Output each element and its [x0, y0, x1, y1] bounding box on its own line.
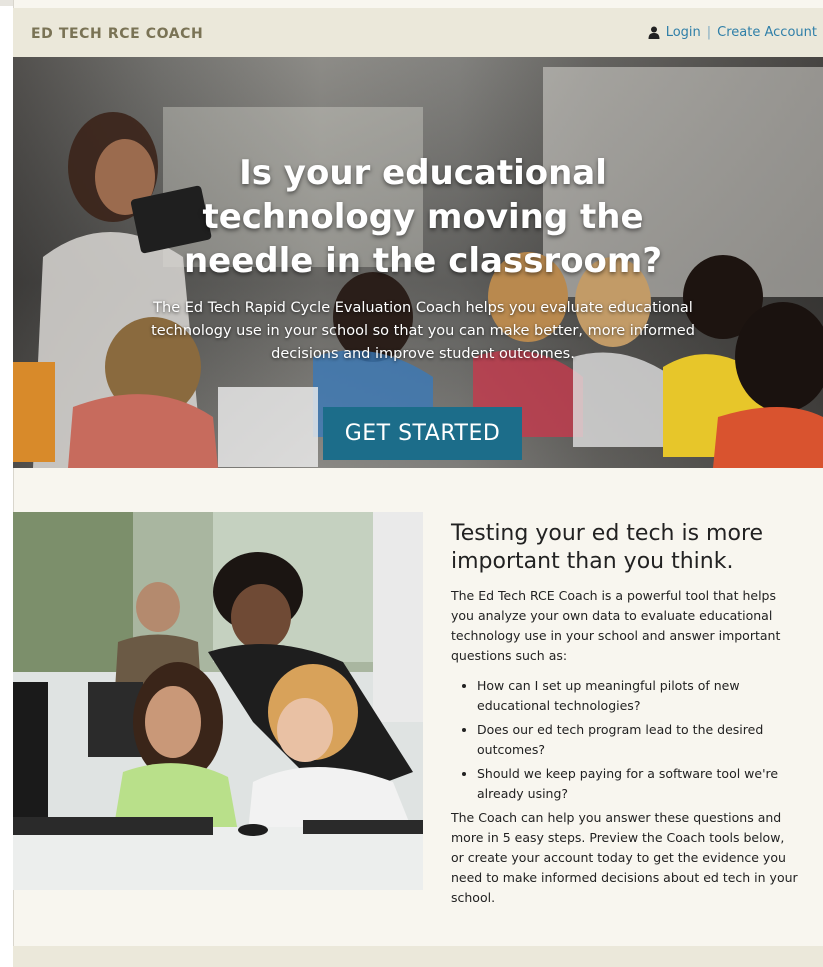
- hero-banner: Is your educational technology moving th…: [13, 57, 823, 468]
- site-brand[interactable]: ED TECH RCE COACH: [31, 26, 203, 42]
- site-header: ED TECH RCE COACH Login | Create Account: [13, 8, 823, 57]
- user-icon: [648, 26, 660, 39]
- question-list: How can I set up meaningful pilots of ne…: [451, 676, 801, 804]
- list-item: How can I set up meaningful pilots of ne…: [477, 676, 801, 716]
- section-closing: The Coach can help you answer these ques…: [451, 810, 798, 905]
- get-started-button[interactable]: GET STARTED: [323, 407, 522, 460]
- section-intro: The Ed Tech RCE Coach is a powerful tool…: [451, 588, 781, 663]
- list-item: Should we keep paying for a software too…: [477, 764, 801, 804]
- students-image: [13, 512, 423, 890]
- login-link[interactable]: Login: [666, 25, 701, 40]
- section-heading: Testing your ed tech is more important t…: [451, 521, 764, 574]
- account-links: Login | Create Account: [648, 25, 817, 40]
- footer-band: [13, 946, 823, 967]
- link-separator: |: [706, 25, 712, 40]
- ed-tech-info: Testing your ed tech is more important t…: [451, 520, 801, 908]
- hero-title: Is your educational technology moving th…: [183, 153, 663, 281]
- list-item: Does our ed tech program lead to the des…: [477, 720, 801, 760]
- students-photo: [13, 512, 423, 890]
- create-account-link[interactable]: Create Account: [717, 25, 817, 40]
- hero-subtitle: The Ed Tech Rapid Cycle Evaluation Coach…: [151, 300, 695, 362]
